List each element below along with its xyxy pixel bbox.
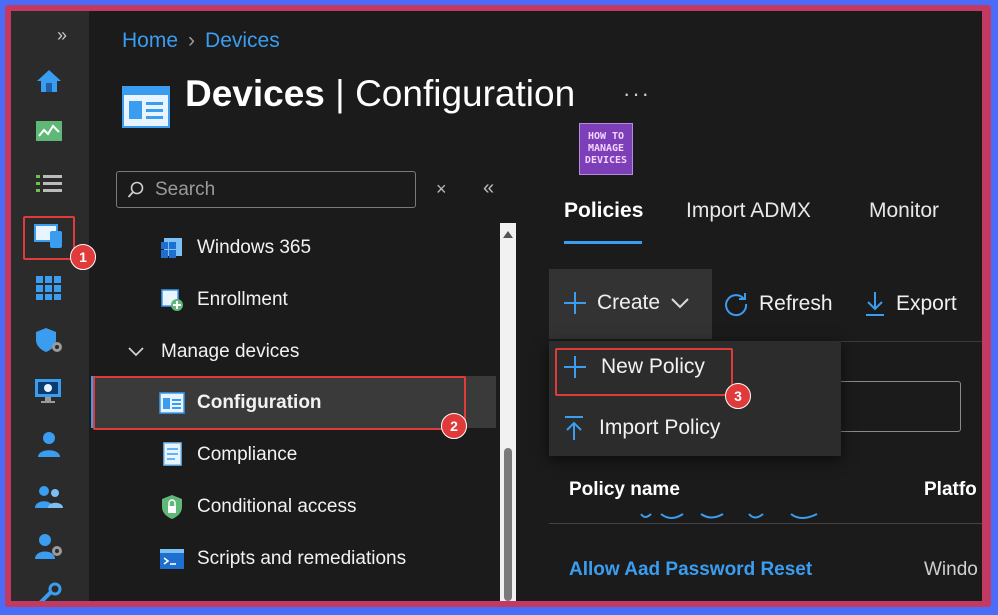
endpoint-security-icon[interactable] (33, 325, 65, 355)
expand-rail-icon[interactable]: » (57, 25, 67, 46)
nav-item-conditional-access[interactable]: Conditional access (159, 492, 356, 522)
nav-item-compliance[interactable]: Compliance (159, 440, 297, 470)
devices-callout-box (23, 216, 75, 260)
left-rail: » (11, 11, 89, 601)
breadcrumb-home[interactable]: Home (122, 29, 178, 52)
menu-scrollbar[interactable] (500, 223, 516, 601)
callout-badge-3: 3 (725, 383, 751, 409)
new-policy-callout-box (555, 348, 733, 396)
breadcrumb-devices[interactable]: Devices (205, 29, 280, 52)
more-options-icon[interactable]: ··· (623, 81, 651, 107)
chevron-down-icon (123, 339, 149, 365)
conditional-access-icon (159, 494, 185, 520)
export-button[interactable]: Export (864, 291, 957, 317)
search-icon (127, 181, 144, 198)
windows-365-icon (159, 235, 185, 261)
refresh-icon (725, 293, 748, 317)
home-icon[interactable] (33, 66, 65, 96)
breadcrumb-separator-icon: › (188, 29, 196, 52)
policy-platform: Windo (924, 559, 978, 580)
nav-group-manage-devices[interactable]: Manage devices (123, 337, 299, 367)
collapse-menu-icon[interactable]: « (483, 177, 494, 200)
nav-item-enrollment[interactable]: Enrollment (159, 285, 288, 315)
intune-admin-center: » 1 Home › Devices Devices | Configurati… (11, 11, 982, 601)
nav-item-windows-365[interactable]: Windows 365 (159, 233, 311, 263)
scrollbar-thumb (504, 448, 512, 601)
breadcrumb: Home › Devices (122, 29, 280, 53)
scroll-up-icon (503, 231, 513, 238)
callout-badge-1: 1 (70, 244, 96, 270)
dashboard-icon[interactable] (33, 116, 65, 146)
refresh-button[interactable]: Refresh (723, 291, 833, 317)
menu-search-box[interactable] (116, 171, 416, 208)
menu-search-input[interactable] (153, 177, 407, 202)
chevron-down-icon (671, 298, 689, 309)
partial-row-text (631, 511, 831, 523)
tab-monitor[interactable]: Monitor (869, 199, 939, 223)
enrollment-icon (159, 287, 185, 313)
nav-item-scripts-and-remediations[interactable]: Scripts and remediations (159, 544, 406, 574)
all-services-icon[interactable] (33, 168, 65, 198)
page-title: Devices | Configuration (185, 73, 576, 114)
users-icon[interactable] (33, 429, 65, 459)
how-to-manage-devices-logo: HOW TO MANAGE DEVICES (579, 123, 633, 175)
column-header-policy-name[interactable]: Policy name (569, 479, 680, 501)
compliance-icon (159, 442, 185, 468)
groups-icon[interactable] (33, 481, 65, 511)
download-icon (866, 292, 884, 316)
reports-icon[interactable] (33, 376, 65, 406)
tab-policies[interactable]: Policies (564, 199, 643, 223)
apps-icon[interactable] (33, 273, 65, 303)
scripts-icon (159, 546, 185, 572)
table-header-divider (549, 523, 982, 524)
upload-icon (565, 416, 583, 440)
menu-item-import-policy[interactable]: Import Policy (563, 415, 720, 441)
tenant-admin-icon[interactable] (33, 531, 65, 561)
tab-import-admx[interactable]: Import ADMX (686, 199, 811, 223)
plus-icon (564, 292, 586, 314)
column-header-platform[interactable]: Platfo (924, 479, 977, 501)
troubleshooting-icon[interactable] (33, 579, 65, 601)
active-tab-indicator (564, 241, 642, 244)
callout-badge-2: 2 (441, 413, 467, 439)
configuration-callout-box (93, 376, 466, 430)
policy-link[interactable]: Allow Aad Password Reset (569, 559, 812, 581)
clear-search-icon[interactable]: × (436, 179, 447, 200)
create-button[interactable]: Create (563, 291, 690, 315)
configuration-page-icon (122, 86, 170, 133)
